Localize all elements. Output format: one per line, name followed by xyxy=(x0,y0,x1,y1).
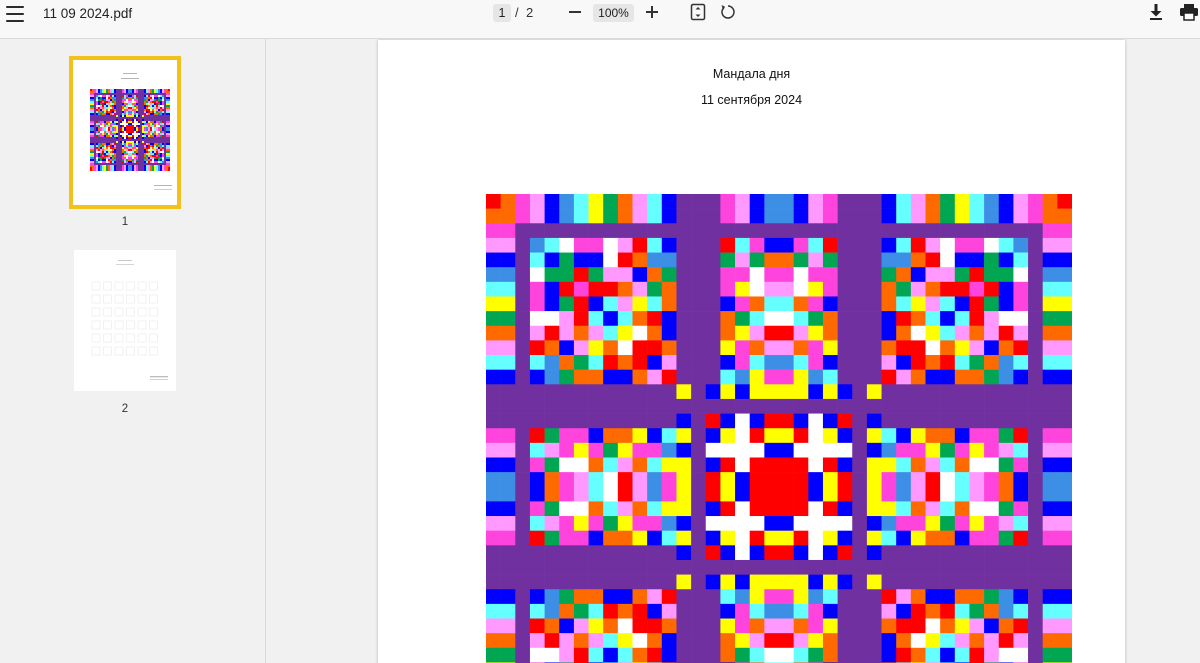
current-page-input[interactable]: 1 xyxy=(493,4,511,22)
rotate-icon[interactable] xyxy=(718,2,738,22)
pdf-page: Мандала дня 11 сентября 2024 xyxy=(378,40,1125,663)
print-icon[interactable] xyxy=(1178,2,1200,22)
hamburger-menu-icon[interactable] xyxy=(5,6,25,22)
file-title: 11 09 2024.pdf xyxy=(43,6,133,21)
total-pages: 2 xyxy=(526,5,534,20)
thumbnail-footer-line xyxy=(154,189,172,190)
download-icon[interactable] xyxy=(1146,2,1166,22)
zoom-level-input[interactable]: 100% xyxy=(593,4,634,22)
zoom-out-button[interactable] xyxy=(565,2,585,22)
thumbnail-page-preview xyxy=(74,250,176,391)
pdf-viewer: 11 09 2024.pdf 1 / 2 100% 1 2 Мандала дн… xyxy=(0,0,1200,663)
page-separator: / xyxy=(515,5,519,20)
document-date: 11 сентября 2024 xyxy=(700,93,803,107)
fit-to-page-icon[interactable] xyxy=(688,2,708,22)
document-viewer[interactable]: Мандала дня 11 сентября 2024 xyxy=(266,39,1200,663)
thumbnail-sidebar: 1 2 xyxy=(0,39,266,663)
thumbnail-label-1: 1 xyxy=(121,216,129,228)
thumbnail-page-preview xyxy=(75,62,175,203)
thumbnail-label-2: 2 xyxy=(121,403,129,415)
document-title: Мандала дня xyxy=(712,67,791,81)
thumbnail-title-line xyxy=(123,73,137,74)
thumbnail-footer-line xyxy=(154,185,172,186)
thumbnail-mandala-image xyxy=(90,89,170,171)
toolbar: 11 09 2024.pdf 1 / 2 100% xyxy=(0,0,1200,39)
page-thumbnail-2[interactable] xyxy=(74,250,176,391)
page-thumbnail-1[interactable] xyxy=(69,56,181,209)
mandala-image xyxy=(486,194,1072,663)
thumbnail-date-line xyxy=(121,78,139,79)
zoom-in-button[interactable] xyxy=(642,2,662,22)
